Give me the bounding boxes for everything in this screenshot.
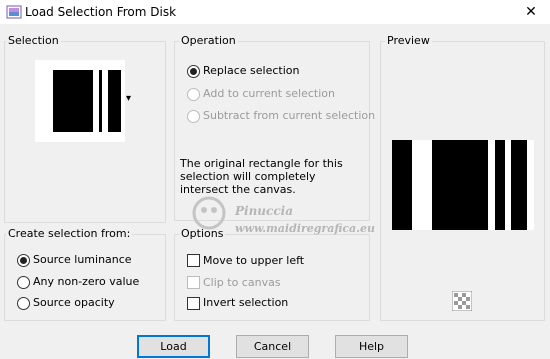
move-upper-left-label[interactable]: Move to upper left — [203, 254, 304, 268]
invert-selection-checkbox[interactable] — [187, 297, 200, 310]
clip-to-canvas-checkbox[interactable] — [187, 276, 200, 289]
source-opacity-label[interactable]: Source opacity — [33, 296, 115, 310]
help-button[interactable]: Help — [335, 335, 408, 358]
add-selection-radio[interactable] — [187, 88, 200, 101]
subtract-selection-label[interactable]: Subtract from current selection — [203, 109, 375, 123]
source-luminance-radio[interactable] — [17, 254, 30, 267]
clip-to-canvas-label[interactable]: Clip to canvas — [203, 276, 281, 290]
checkerboard-icon[interactable] — [452, 291, 472, 311]
any-nonzero-label[interactable]: Any non-zero value — [33, 275, 139, 289]
create-from-group-label: Create selection from: — [6, 227, 133, 241]
subtract-selection-radio[interactable] — [187, 110, 200, 123]
invert-selection-label[interactable]: Invert selection — [203, 296, 288, 310]
add-selection-label[interactable]: Add to current selection — [203, 87, 335, 101]
watermark-url: www.maidiregrafica.eu — [235, 222, 376, 235]
preview-image — [392, 140, 534, 230]
selection-group-label: Selection — [6, 34, 61, 48]
thumbnail-dropdown-icon[interactable]: ▾ — [126, 94, 131, 104]
watermark-name: Pinuccia — [235, 204, 293, 218]
close-icon[interactable]: ✕ — [516, 2, 546, 22]
source-luminance-label[interactable]: Source luminance — [33, 253, 132, 267]
app-icon — [6, 5, 22, 19]
watermark-logo-icon — [192, 196, 226, 230]
replace-selection-radio[interactable] — [187, 65, 200, 78]
operation-group-label: Operation — [179, 34, 238, 48]
cancel-button[interactable]: Cancel — [236, 335, 309, 358]
window-title: Load Selection From Disk — [25, 5, 177, 19]
source-opacity-radio[interactable] — [17, 297, 30, 310]
watermark: Pinuccia www.maidiregrafica.eu — [183, 190, 403, 240]
preview-group-label: Preview — [385, 34, 432, 48]
title-bar: Load Selection From Disk ✕ — [0, 0, 550, 24]
load-button[interactable]: Load — [137, 335, 210, 358]
move-upper-left-checkbox[interactable] — [187, 254, 200, 267]
replace-selection-label[interactable]: Replace selection — [203, 64, 299, 78]
selection-thumbnail[interactable] — [35, 60, 125, 142]
any-nonzero-radio[interactable] — [17, 276, 30, 289]
